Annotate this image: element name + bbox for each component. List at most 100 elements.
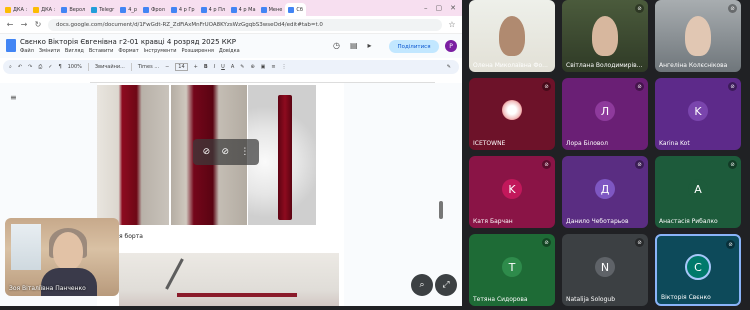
participant-name: Світлана Володимирів... — [566, 62, 643, 69]
photo-cutting — [119, 253, 339, 306]
participant-grid: Олена Миколаївна Фо... ⊘ Світлана Володими… — [469, 0, 748, 306]
tab-label: ДКА : — [13, 6, 28, 13]
minimize-icon[interactable]: – — [424, 4, 428, 12]
browser-tab[interactable]: Сб — [285, 3, 306, 16]
meet-icon[interactable]: ▸ — [368, 41, 372, 50]
participant-avatar-image — [502, 100, 522, 120]
share-button[interactable]: Поділитися — [389, 40, 439, 53]
participant-tile[interactable]: N ⊘ Natalija Sologub — [562, 234, 648, 306]
ruler[interactable] — [90, 76, 435, 83]
italic-icon[interactable]: I — [214, 64, 215, 70]
tab-favicon-icon — [91, 6, 98, 13]
undo-icon[interactable]: ↶ — [18, 64, 22, 70]
menu-tools[interactable]: Інструменти — [144, 48, 177, 54]
participant-tile[interactable]: Л ⊘ Лора Біловол — [562, 78, 648, 150]
spellcheck-icon[interactable]: ✓ — [48, 64, 52, 70]
browser-tab[interactable]: 4 р Ма — [228, 3, 258, 16]
font-size-minus-icon[interactable]: − — [165, 64, 169, 70]
menu-help[interactable]: Довідка — [219, 48, 240, 54]
more-options-icon[interactable]: ⋮ — [240, 147, 249, 157]
participant-tile[interactable]: ⊘ ICETOWNE — [469, 78, 555, 150]
font-size-plus-icon[interactable]: + — [194, 64, 198, 70]
menu-edit[interactable]: Змінити — [39, 48, 60, 54]
browser-tab[interactable]: 4_р — [117, 3, 140, 16]
menu-file[interactable]: Файл — [20, 48, 34, 54]
history-icon[interactable]: ◷ — [333, 41, 340, 50]
participant-tile[interactable]: Олена Миколаївна Фо... — [469, 0, 555, 72]
mic-muted-icon: ⊘ — [635, 160, 644, 169]
paint-format-icon[interactable]: ¶ — [58, 64, 61, 70]
participant-initial: T — [502, 257, 522, 278]
mic-muted-icon: ⊘ — [726, 240, 735, 249]
print-icon[interactable]: ⎙ — [38, 64, 42, 70]
doc-page[interactable]: я борта — [97, 83, 344, 306]
star-icon[interactable]: ☆ — [448, 20, 456, 29]
expand-icon: ⤢ — [442, 280, 450, 290]
participant-tile[interactable]: K ⊘ Катя Барчан — [469, 156, 555, 228]
browser-tab[interactable]: Верол — [58, 3, 88, 16]
menu-insert[interactable]: Вставити — [89, 48, 114, 54]
back-icon[interactable]: ← — [6, 20, 14, 29]
window-shape — [11, 224, 41, 270]
comment-icon[interactable]: ▤ — [350, 41, 358, 50]
participant-tile[interactable]: ⊘ Світлана Володимирів... — [562, 0, 648, 72]
align-icon[interactable]: ≡ — [271, 64, 275, 70]
participant-tile[interactable]: C ⊘ Вікторія Свєнко — [655, 234, 741, 306]
account-avatar[interactable]: Р — [445, 40, 457, 52]
tab-label: 4 р Пл — [208, 6, 226, 13]
self-view-tile[interactable]: Зоя Віталіївна Панченко — [5, 218, 119, 296]
browser-tab[interactable]: 4 р Гр — [168, 3, 198, 16]
participant-tile[interactable]: ⊘ Ангеліна Колєснікова — [655, 0, 741, 72]
browser-tab[interactable]: Telegr — [88, 3, 117, 16]
tab-favicon-icon — [120, 6, 127, 13]
font-select[interactable]: Times ... — [138, 64, 159, 70]
browser-tab[interactable]: 4 р Пл — [198, 3, 228, 16]
docs-logo-icon[interactable] — [6, 39, 16, 52]
camera-off-icon[interactable]: ⊘ — [221, 147, 229, 157]
image-icon[interactable]: ▣ — [261, 64, 266, 70]
link-icon[interactable]: ⊕ — [250, 64, 254, 70]
participant-tile[interactable]: K ⊘ Karina Kot — [655, 78, 741, 150]
menu-view[interactable]: Вигляд — [65, 48, 84, 54]
editing-mode-icon[interactable]: ✎ — [447, 64, 459, 70]
participant-name: Олена Миколаївна Фо... — [473, 62, 548, 69]
underline-icon[interactable]: U — [221, 64, 225, 70]
participant-tile[interactable]: Д ⊘ Данило Чеботарьов — [562, 156, 648, 228]
menu-extensions[interactable]: Розширення — [182, 48, 214, 54]
fullscreen-button[interactable]: ⤢ — [435, 274, 457, 296]
style-select[interactable]: Звичайни... — [95, 64, 125, 70]
browser-tab[interactable]: Мене — [258, 3, 286, 16]
more-icon[interactable]: ⋮ — [282, 64, 287, 70]
browser-tab[interactable]: Фрол — [140, 3, 168, 16]
mic-muted-icon: ⊘ — [728, 160, 737, 169]
highlight-icon[interactable]: ✎ — [240, 64, 244, 70]
menu-format[interactable]: Формат — [118, 48, 138, 54]
toolbar-divider — [130, 63, 132, 71]
participant-tile[interactable]: A ⊘ Анастасія Рибалко — [655, 156, 741, 228]
reload-icon[interactable]: ↻ — [34, 20, 42, 29]
tab-label: 4 р Ма — [238, 6, 256, 13]
participant-name: Лора Біловол — [566, 140, 608, 147]
font-size-input[interactable]: 14 — [175, 63, 188, 71]
text-color-icon[interactable]: A — [231, 64, 234, 70]
maximize-icon[interactable]: ▢ — [436, 4, 443, 12]
doc-scrollbar[interactable] — [439, 201, 443, 219]
zoom-in-button[interactable]: ⌕ — [411, 274, 433, 296]
participant-tile[interactable]: T ⊘ Тетяна Сидорова — [469, 234, 555, 306]
zoom-select[interactable]: 100% — [68, 64, 82, 70]
search-icon[interactable]: ⌕ — [9, 64, 12, 70]
browser-tab[interactable]: ДКА : — [2, 3, 30, 16]
doc-title[interactable]: Свєнко Вікторія Євгенівна г2-01 кравці 4… — [20, 38, 236, 46]
browser-tab[interactable]: ДКА : — [30, 3, 58, 16]
participant-initial: K — [688, 101, 708, 122]
mic-off-icon[interactable]: ⊘ — [203, 147, 211, 157]
redo-icon[interactable]: ↷ — [28, 64, 32, 70]
bold-icon[interactable]: B — [204, 64, 208, 70]
close-icon[interactable]: ✕ — [450, 4, 456, 12]
outline-icon[interactable]: ≡ — [10, 93, 17, 102]
participant-initial: Д — [595, 179, 615, 200]
tab-favicon-icon — [33, 6, 40, 13]
participant-video-figure — [592, 16, 618, 56]
url-input[interactable]: docs.google.com/document/d/1FwGdt-RZ_ZdF… — [48, 18, 442, 31]
forward-icon[interactable]: → — [20, 20, 28, 29]
